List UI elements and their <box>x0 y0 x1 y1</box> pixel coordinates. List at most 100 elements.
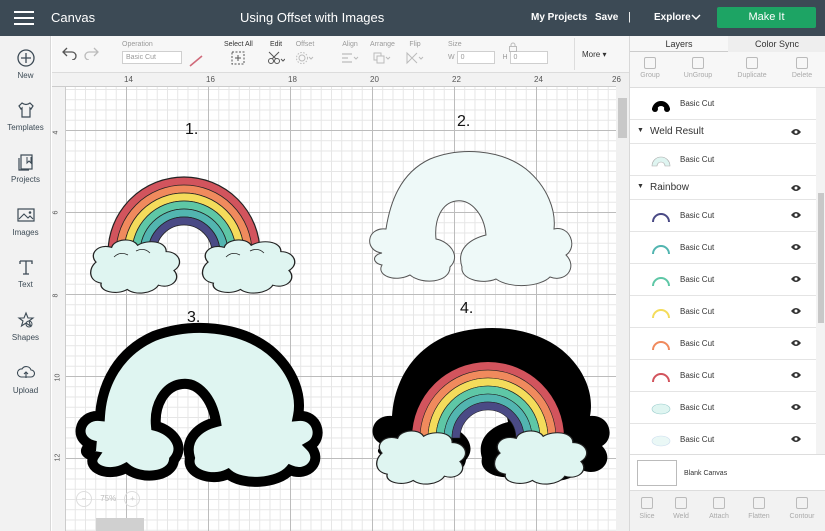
nav-images[interactable]: Images <box>0 205 51 237</box>
make-it-button[interactable]: Make It <box>717 7 816 28</box>
eye-icon[interactable] <box>790 274 802 284</box>
layer-row[interactable]: Basic Cut <box>630 424 816 456</box>
nav-upload[interactable]: Upload <box>0 363 51 395</box>
eye-icon[interactable] <box>790 127 802 137</box>
align-control[interactable]: Align <box>340 41 360 67</box>
edit-toolbar: Operation Basic Cut Select All Edit Offs… <box>52 36 629 73</box>
nav-text[interactable]: Text <box>0 257 51 289</box>
tab-color-sync[interactable]: Color Sync <box>728 36 825 52</box>
caret-down-icon[interactable]: ▼ <box>637 127 644 134</box>
blank-canvas-row[interactable]: Blank Canvas <box>630 454 825 490</box>
nav-new-label: New <box>17 71 34 80</box>
layer-row[interactable]: Basic Cut <box>630 232 816 264</box>
layer-row[interactable]: Basic Cut <box>630 144 816 176</box>
canvas-color-swatch[interactable] <box>637 460 677 486</box>
operation-control[interactable]: Operation Basic Cut <box>122 41 182 64</box>
projects-icon <box>17 154 33 171</box>
offset-control[interactable]: Offset <box>295 41 315 67</box>
layer-row[interactable]: Basic Cut <box>630 328 816 360</box>
line-color-swatch-icon[interactable] <box>188 54 204 68</box>
eye-icon[interactable] <box>790 210 802 220</box>
layer-name: Basic Cut <box>680 99 715 108</box>
chevron-down-icon[interactable] <box>690 11 702 23</box>
upload-icon <box>16 366 35 378</box>
delete-button[interactable]: Delete <box>782 57 822 79</box>
rainbow-layered-final[interactable] <box>372 327 610 485</box>
group-button[interactable]: Group <box>630 57 670 79</box>
paperclip-icon <box>713 497 725 509</box>
vertical-scrollbar[interactable] <box>616 73 629 531</box>
edit-label: Edit <box>269 41 283 48</box>
contour-button[interactable]: Contour <box>785 497 819 520</box>
layer-row[interactable]: Basic Cut <box>630 296 816 328</box>
layer-name: Basic Cut <box>680 243 715 252</box>
attach-button[interactable]: Attach <box>702 497 736 520</box>
redo-icon[interactable] <box>84 46 100 60</box>
layer-group-weld-result[interactable]: ▼ Weld Result <box>630 120 816 144</box>
more-menu[interactable]: More ▾ <box>582 50 606 59</box>
select-all-control[interactable]: Select All <box>224 41 253 67</box>
layer-row[interactable]: Basic Cut <box>630 392 816 424</box>
duplicate-button[interactable]: Duplicate <box>732 57 772 79</box>
flip-control[interactable]: Flip <box>405 41 425 67</box>
zoom-in-button[interactable]: + <box>124 491 141 507</box>
layer-name: Basic Cut <box>680 307 715 316</box>
ungroup-button[interactable]: UnGroup <box>678 57 718 79</box>
rainbow-original[interactable] <box>90 176 296 294</box>
zoom-level: 75% <box>100 494 117 504</box>
horizontal-scrollbar[interactable] <box>96 518 144 531</box>
eye-icon[interactable] <box>790 402 802 412</box>
eye-icon[interactable] <box>790 242 802 252</box>
black-rainbow-swatch-icon <box>652 101 670 112</box>
rainbow-weld-result[interactable] <box>75 323 323 487</box>
example-label-4: 4. <box>460 300 474 317</box>
nav-projects[interactable]: Projects <box>0 152 51 184</box>
ruler-tick: 20 <box>370 75 379 84</box>
canvas-artwork[interactable] <box>52 73 616 531</box>
layer-group-rainbow[interactable]: ▼ Rainbow <box>630 176 816 200</box>
layer-row[interactable]: Basic Cut <box>630 264 816 296</box>
nav-templates[interactable]: Templates <box>0 100 51 132</box>
edit-control[interactable]: Edit <box>267 41 286 67</box>
layer-row[interactable]: Basic Cut <box>630 200 816 232</box>
eye-icon[interactable] <box>790 183 802 193</box>
layer-row[interactable]: Basic Cut <box>630 360 816 392</box>
tab-layers[interactable]: Layers <box>630 36 728 52</box>
contour-icon <box>796 497 808 509</box>
nav-text-label: Text <box>18 280 33 289</box>
layer-row[interactable]: Basic Cut <box>630 88 816 120</box>
zoom-out-button[interactable]: − <box>76 491 92 507</box>
caret-down-icon[interactable]: ▼ <box>637 183 644 190</box>
bottom-actions: Slice Weld Attach Flatten Contour <box>630 490 825 531</box>
nav-new[interactable]: New <box>0 48 51 80</box>
rainbow-offset-shape[interactable] <box>369 151 573 286</box>
duplicate-icon <box>746 57 758 69</box>
eye-icon[interactable] <box>790 338 802 348</box>
eye-icon[interactable] <box>790 434 802 444</box>
eye-icon[interactable] <box>790 370 802 380</box>
my-projects-link[interactable]: My Projects <box>531 12 587 23</box>
cloud-detail-swatch-icon <box>651 403 671 415</box>
slice-button[interactable]: Slice <box>630 497 664 520</box>
lock-icon[interactable] <box>508 42 518 52</box>
ruler-tick: 22 <box>452 75 461 84</box>
layer-name: Basic Cut <box>680 339 715 348</box>
nav-shapes[interactable]: Shapes <box>0 310 51 342</box>
nav-shapes-label: Shapes <box>11 333 40 342</box>
menu-icon[interactable] <box>14 11 34 25</box>
undo-icon[interactable] <box>61 46 77 60</box>
save-button[interactable]: Save <box>595 12 618 23</box>
height-input[interactable]: 0 <box>509 51 548 64</box>
scrollbar-thumb[interactable] <box>818 193 824 323</box>
layers-scrollbar[interactable] <box>816 88 825 486</box>
weld-label: Weld <box>673 513 689 520</box>
weld-rainbow-swatch-icon <box>651 156 671 167</box>
width-input[interactable]: 0 <box>456 51 495 64</box>
flatten-button[interactable]: Flatten <box>742 497 776 520</box>
eye-icon[interactable] <box>790 306 802 316</box>
arrange-control[interactable]: Arrange <box>370 41 395 67</box>
operation-select[interactable]: Basic Cut <box>122 51 182 64</box>
weld-button[interactable]: Weld <box>664 497 698 520</box>
explore-menu[interactable]: Explore <box>654 12 691 23</box>
scrollbar-thumb[interactable] <box>618 98 627 138</box>
